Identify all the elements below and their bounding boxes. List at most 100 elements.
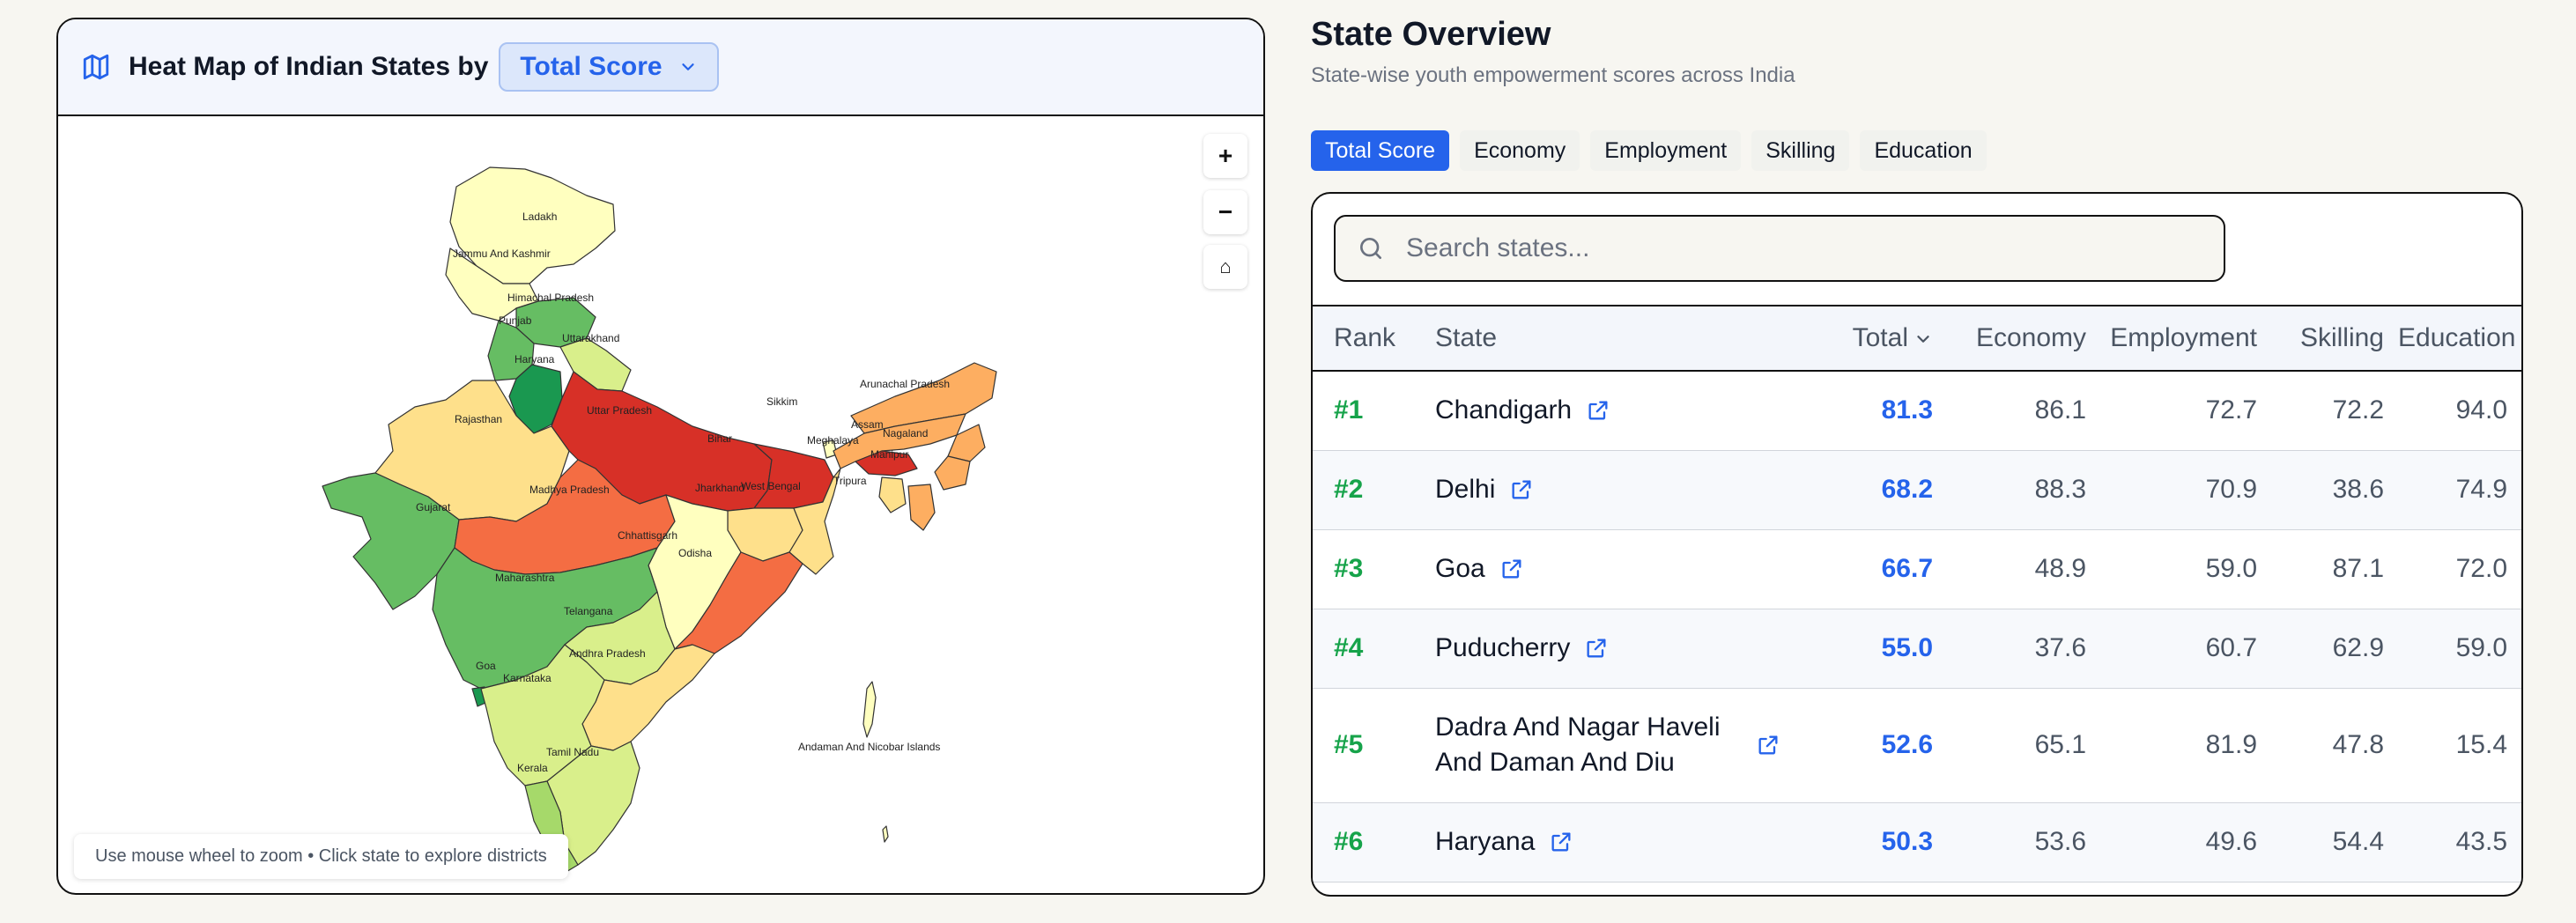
education-cell: 15.4 [2455,730,2507,759]
label-telangana: Telangana [564,605,613,617]
table-header-row: Rank State Total Economy Employment Skil… [1313,305,2521,372]
total-cell: 68.2 [1881,475,1933,504]
label-chhattisgarh: Chhattisgarh [618,529,677,542]
skilling-cell: 54.4 [2332,827,2384,856]
state-andaman-south[interactable] [882,825,889,843]
external-link-icon[interactable] [1756,733,1780,757]
economy-cell: 37.6 [2034,633,2086,662]
map-header: Heat Map of Indian States by Total Score [58,19,1263,116]
education-cell: 74.9 [2455,475,2507,504]
label-manipur: Manipur [870,448,908,461]
education-cell: 94.0 [2455,395,2507,425]
employment-cell: 49.6 [2205,827,2257,856]
zoom-out-button[interactable]: − [1203,190,1247,234]
total-cell: 81.3 [1881,395,1933,425]
chevron-down-icon [678,57,698,77]
state-name: Puducherry [1435,633,1571,662]
table-row[interactable]: #2 Delhi 68.2 88.3 70.9 38.6 74.9 [1313,450,2521,530]
label-up: Uttar Pradesh [587,404,652,417]
economy-cell: 65.1 [2034,730,2086,759]
table-row[interactable]: #5 Dadra And Nagar Haveli And Daman And … [1313,688,2521,803]
col-employment[interactable]: Employment [2100,305,2271,372]
label-kerala: Kerala [517,762,548,774]
col-total[interactable]: Total [1823,305,1945,372]
education-cell: 43.5 [2455,827,2507,856]
education-cell: 72.0 [2455,554,2507,583]
reset-view-button[interactable]: ⌂ [1203,245,1247,289]
metric-dropdown[interactable]: Total Score [499,42,719,92]
col-total-label: Total [1852,323,1908,352]
education-cell: 59.0 [2455,633,2507,662]
state-name: Delhi [1435,475,1496,504]
external-link-icon[interactable] [1549,830,1573,854]
label-tn: Tamil Nadu [546,746,599,758]
metric-dropdown-value: Total Score [520,52,663,81]
col-economy[interactable]: Economy [1945,305,2100,372]
external-link-icon[interactable] [1584,636,1609,661]
map-icon [81,52,111,82]
label-rajasthan: Rajasthan [455,413,502,425]
employment-cell: 60.7 [2205,633,2257,662]
sort-chevron-icon [1913,329,1933,349]
label-punjab: Punjab [499,314,532,327]
tab-skilling[interactable]: Skilling [1751,130,1850,171]
india-map[interactable]: Ladakh Jammu And Kashmir Himachal Prades… [58,116,1263,895]
tab-total-score[interactable]: Total Score [1311,130,1450,171]
table-row[interactable]: #1 Chandigarh 81.3 86.1 72.7 72.2 94.0 [1313,371,2521,451]
state-tripura[interactable] [878,476,907,513]
zoom-in-button[interactable]: + [1203,134,1247,178]
state-table-card: Rank State Total Economy Employment Skil… [1311,192,2523,897]
employment-cell: 81.9 [2205,730,2257,759]
map-hint: Use mouse wheel to zoom • Click state to… [74,834,568,879]
label-sikkim: Sikkim [766,395,797,408]
total-cell: 52.6 [1881,730,1933,759]
state-andaman[interactable] [862,681,877,738]
label-uttarakhand: Uttarakhand [562,332,619,344]
rank-cell: #4 [1334,633,1364,662]
tab-employment[interactable]: Employment [1590,130,1742,171]
state-name: Chandigarh [1435,395,1573,425]
skilling-cell: 87.1 [2332,554,2384,583]
employment-cell: 72.7 [2205,395,2257,425]
label-arunachal: Arunachal Pradesh [860,378,950,390]
table-row[interactable]: #4 Puducherry 55.0 37.6 60.7 62.9 59.0 [1313,609,2521,689]
search-icon [1357,234,1385,262]
heat-map-card: Heat Map of Indian States by Total Score [56,18,1265,895]
tab-economy[interactable]: Economy [1460,130,1580,171]
external-link-icon[interactable] [1586,398,1610,423]
label-karnataka: Karnataka [503,672,551,684]
tab-education[interactable]: Education [1860,130,1987,171]
external-link-icon[interactable] [1499,557,1524,581]
employment-cell: 59.0 [2205,554,2257,583]
total-cell: 50.3 [1881,827,1933,856]
label-hp: Himachal Pradesh [507,292,594,304]
map-area[interactable]: Ladakh Jammu And Kashmir Himachal Prades… [58,116,1263,895]
label-goa: Goa [476,660,496,672]
economy-cell: 86.1 [2034,395,2086,425]
economy-cell: 88.3 [2034,475,2086,504]
col-rank[interactable]: Rank [1313,305,1435,372]
label-tripura: Tripura [833,475,867,487]
label-assam: Assam [851,418,884,431]
state-manipur[interactable] [934,455,971,491]
state-mizoram[interactable] [907,484,936,531]
label-jk: Jammu And Kashmir [453,247,551,260]
metric-tabs: Total Score Economy Employment Skilling … [1311,130,1987,171]
skilling-cell: 38.6 [2332,475,2384,504]
rank-cell: #2 [1334,475,1364,504]
table-row[interactable]: #3 Goa 66.7 48.9 59.0 87.1 72.0 [1313,529,2521,609]
label-maharashtra: Maharashtra [495,572,555,584]
label-ladakh: Ladakh [522,210,557,223]
search-input[interactable] [1404,233,2201,264]
state-table: Rank State Total Economy Employment Skil… [1313,305,2521,882]
col-state[interactable]: State [1435,305,1823,372]
col-skilling[interactable]: Skilling [2271,305,2398,372]
search-box[interactable] [1334,215,2225,282]
economy-cell: 53.6 [2034,827,2086,856]
label-ap: Andhra Pradesh [569,647,646,660]
external-link-icon[interactable] [1509,477,1534,502]
table-row[interactable]: #6 Haryana 50.3 53.6 49.6 54.4 43.5 [1313,802,2521,882]
label-odisha: Odisha [678,547,712,559]
skilling-cell: 47.8 [2332,730,2384,759]
col-education[interactable]: Education [2398,305,2521,372]
